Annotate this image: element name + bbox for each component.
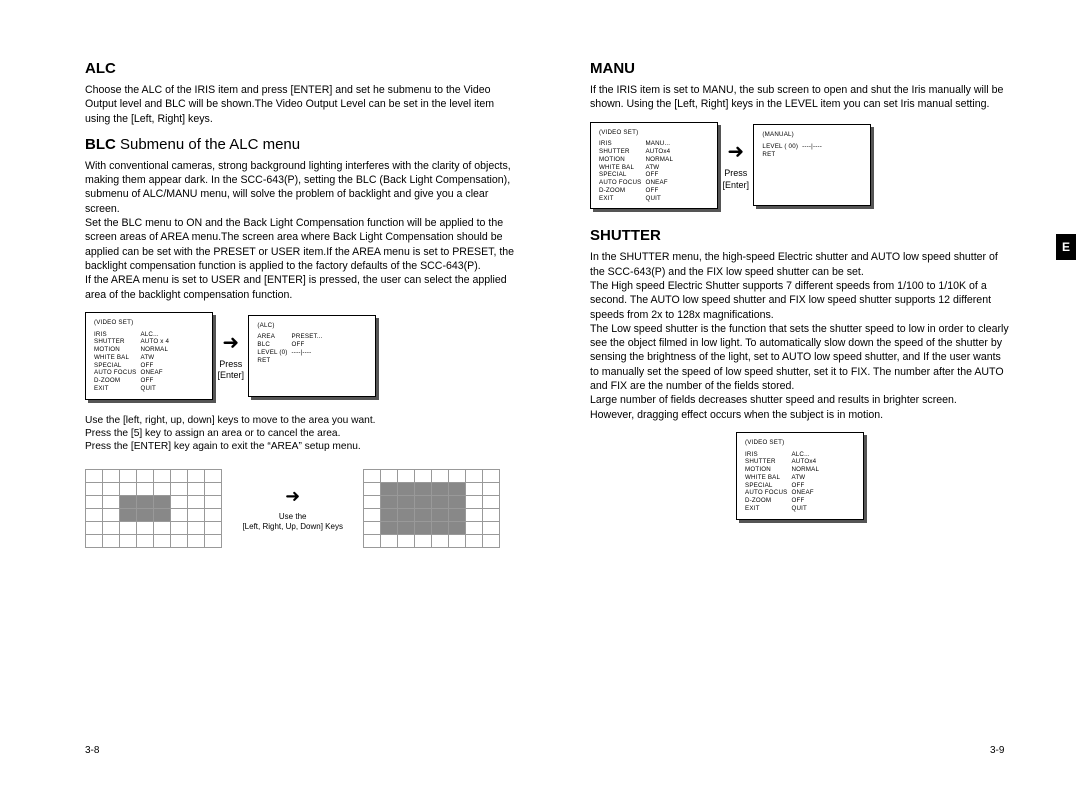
manu-heading: MANU — [590, 60, 1010, 77]
right-page: MANU If the IRIS item is set to MANU, th… — [590, 60, 1010, 532]
arrow-press-enter-2: ➜ Press [Enter] — [722, 139, 749, 191]
alc-submenu: (ALC)AREAPRESET...BLCOFFLEVEL (0)----|--… — [248, 315, 376, 397]
blc-instructions: Use the [left, right, up, down] keys to … — [85, 414, 515, 454]
video-set-menu-3: (VIDEO SET)IRISALC...SHUTTERAUTOx4MOTION… — [736, 432, 864, 520]
blc-heading-sub: Submenu of the ALC menu — [116, 136, 300, 153]
manu-paragraph: If the IRIS item is set to MANU, the sub… — [590, 83, 1010, 112]
video-set-menu-1: (VIDEO SET)IRISALC...SHUTTERAUTO x 4MOTI… — [85, 312, 213, 400]
video-set-menu-2: (VIDEO SET)IRISMANU...SHUTTERAUTOx4MOTIO… — [590, 122, 718, 210]
left-page: ALC Choose the ALC of the IRIS item and … — [85, 60, 515, 560]
arrow-right-icon: ➜ — [722, 139, 749, 165]
enter-label: [Enter] — [722, 180, 749, 190]
blc-menu-row: (VIDEO SET)IRISALC...SHUTTERAUTO x 4MOTI… — [85, 312, 515, 400]
grid-caption-1: Use the — [279, 512, 307, 521]
grid-arrow-caption: ➜ Use the [Left, Right, Up, Down] Keys — [242, 485, 343, 532]
arrow-right-icon: ➜ — [217, 330, 244, 356]
manual-submenu: (MANUAL)LEVEL ( 00)----|----RET — [753, 124, 871, 206]
language-tab: E — [1056, 234, 1076, 260]
arrow-press-enter-1: ➜ Press [Enter] — [217, 330, 244, 382]
shutter-menu-row: (VIDEO SET)IRISALC...SHUTTERAUTOx4MOTION… — [590, 432, 1010, 520]
page-number-left: 3-8 — [85, 745, 99, 756]
press-label: Press — [219, 359, 242, 369]
grid-caption-2: [Left, Right, Up, Down] Keys — [242, 522, 343, 531]
alc-paragraph: Choose the ALC of the IRIS item and pres… — [85, 83, 515, 126]
page-number-right: 3-9 — [990, 745, 1004, 756]
arrow-right-icon: ➜ — [242, 485, 343, 508]
blc-heading-bold: BLC — [85, 136, 116, 153]
enter-label: [Enter] — [217, 370, 244, 380]
blc-paragraph: With conventional cameras, strong backgr… — [85, 159, 515, 302]
blc-heading: BLC Submenu of the ALC menu — [85, 136, 515, 153]
shutter-heading: SHUTTER — [590, 227, 1010, 244]
grid-row: ➜ Use the [Left, Right, Up, Down] Keys — [85, 469, 515, 548]
area-grid-before — [85, 469, 222, 548]
shutter-paragraph: In the SHUTTER menu, the high-speed Elec… — [590, 250, 1010, 422]
area-grid-after — [363, 469, 500, 548]
alc-heading: ALC — [85, 60, 515, 77]
manu-menu-row: (VIDEO SET)IRISMANU...SHUTTERAUTOx4MOTIO… — [590, 122, 1010, 210]
press-label: Press — [724, 168, 747, 178]
